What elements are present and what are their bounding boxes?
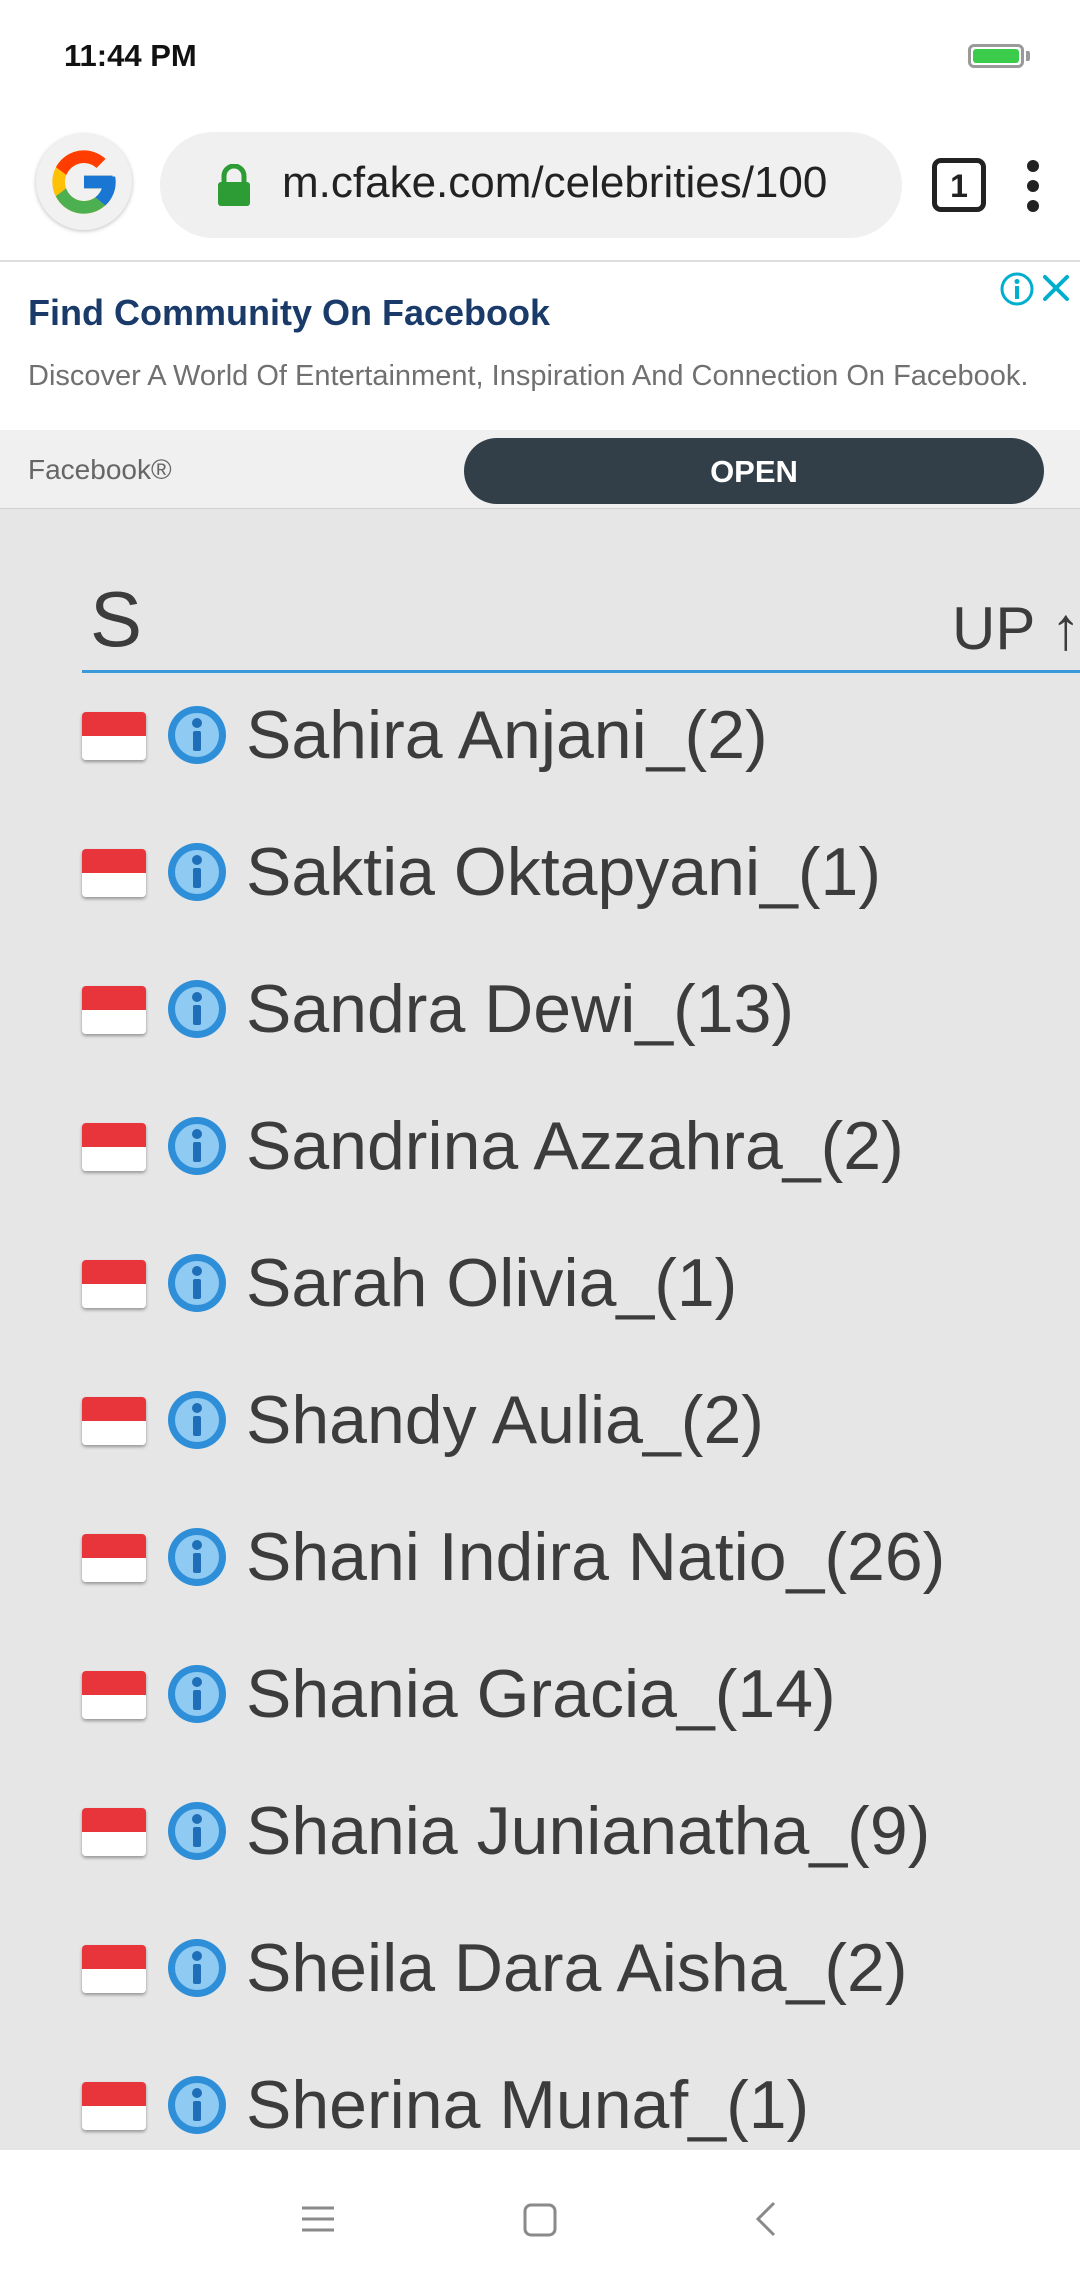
address-bar[interactable]: m.cfake.com/celebrities/100 <box>160 132 902 238</box>
indonesia-flag-icon <box>82 1945 146 1993</box>
celebrity-link[interactable]: Sandra Dewi_(13) <box>246 970 794 1048</box>
url-text: m.cfake.com/celebrities/100 <box>282 158 828 207</box>
list-item[interactable]: Sandra Dewi_(13) <box>0 948 1080 1085</box>
indonesia-flag-icon <box>82 1808 146 1856</box>
celebrity-link[interactable]: Shani Indira Natio_(26) <box>246 1518 945 1596</box>
info-icon[interactable] <box>166 978 228 1040</box>
indonesia-flag-icon <box>82 712 146 760</box>
list-item[interactable]: Shania Gracia_(14) <box>0 1633 1080 1770</box>
indonesia-flag-icon <box>82 1534 146 1582</box>
info-icon[interactable] <box>166 1800 228 1862</box>
ad-title[interactable]: Find Community On Facebook <box>28 292 550 334</box>
ad-close-icon[interactable] <box>1040 272 1072 304</box>
ad-brand: Facebook® <box>28 454 172 485</box>
celebrity-link[interactable]: Sandrina Azzahra_(2) <box>246 1107 904 1185</box>
info-icon[interactable] <box>166 1115 228 1177</box>
list-item[interactable]: Sandrina Azzahra_(2) <box>0 1085 1080 1222</box>
indonesia-flag-icon <box>82 1671 146 1719</box>
ad-info-icon[interactable] <box>998 270 1036 308</box>
letter-section-header: S UP ↑ <box>82 560 1080 673</box>
info-icon[interactable] <box>166 704 228 766</box>
more-vert-icon[interactable] <box>1026 160 1040 220</box>
indonesia-flag-icon <box>82 849 146 897</box>
list-item[interactable]: Sahira Anjani_(2) <box>0 674 1080 811</box>
celebrity-link[interactable]: Shandy Aulia_(2) <box>246 1381 764 1459</box>
indonesia-flag-icon <box>82 1397 146 1445</box>
indonesia-flag-icon <box>82 986 146 1034</box>
menu-icon[interactable] <box>300 2204 336 2234</box>
celebrity-link[interactable]: Sherina Munaf_(1) <box>246 2066 809 2144</box>
info-icon[interactable] <box>166 2074 228 2136</box>
status-bar: 11:44 PM <box>0 0 1080 110</box>
tab-switcher-button[interactable]: 1 <box>932 158 986 212</box>
indonesia-flag-icon <box>82 1123 146 1171</box>
celebrity-link[interactable]: Shania Gracia_(14) <box>246 1655 836 1733</box>
celebrity-link[interactable]: Sahira Anjani_(2) <box>246 696 768 774</box>
section-letter: S <box>90 575 143 663</box>
back-icon[interactable] <box>754 2200 778 2238</box>
ad-description: Discover A World Of Entertainment, Inspi… <box>28 360 1029 392</box>
up-link[interactable]: UP ↑ <box>952 594 1080 663</box>
info-icon[interactable] <box>166 1663 228 1725</box>
ad-banner[interactable]: Find Community On Facebook Discover A Wo… <box>0 262 1080 509</box>
lock-icon <box>218 164 250 206</box>
list-item[interactable]: Shania Junianatha_(9) <box>0 1770 1080 1907</box>
ad-footer: Facebook® OPEN <box>0 430 1080 508</box>
home-icon[interactable] <box>522 2202 558 2238</box>
celebrity-link[interactable]: Sarah Olivia_(1) <box>246 1244 737 1322</box>
info-icon[interactable] <box>166 1252 228 1314</box>
celebrity-link[interactable]: Sheila Dara Aisha_(2) <box>246 1929 907 2007</box>
list-item[interactable]: Sheila Dara Aisha_(2) <box>0 1907 1080 2044</box>
ad-open-button[interactable]: OPEN <box>464 438 1044 504</box>
list-item[interactable]: Shandy Aulia_(2) <box>0 1359 1080 1496</box>
battery-icon <box>968 44 1024 68</box>
info-icon[interactable] <box>166 1526 228 1588</box>
list-item[interactable]: Sarah Olivia_(1) <box>0 1222 1080 1359</box>
celebrity-link[interactable]: Saktia Oktapyani_(1) <box>246 833 881 911</box>
info-icon[interactable] <box>166 1937 228 1999</box>
browser-toolbar: m.cfake.com/celebrities/100 1 <box>0 110 1080 262</box>
list-item[interactable]: Shani Indira Natio_(26) <box>0 1496 1080 1633</box>
info-icon[interactable] <box>166 1389 228 1451</box>
info-icon[interactable] <box>166 841 228 903</box>
celebrity-link[interactable]: Shania Junianatha_(9) <box>246 1792 930 1870</box>
system-nav-bar <box>0 2150 1080 2280</box>
indonesia-flag-icon <box>82 2082 146 2130</box>
list-item[interactable]: Saktia Oktapyani_(1) <box>0 811 1080 948</box>
indonesia-flag-icon <box>82 1260 146 1308</box>
status-time: 11:44 PM <box>64 38 197 73</box>
google-logo-icon[interactable] <box>36 134 132 230</box>
